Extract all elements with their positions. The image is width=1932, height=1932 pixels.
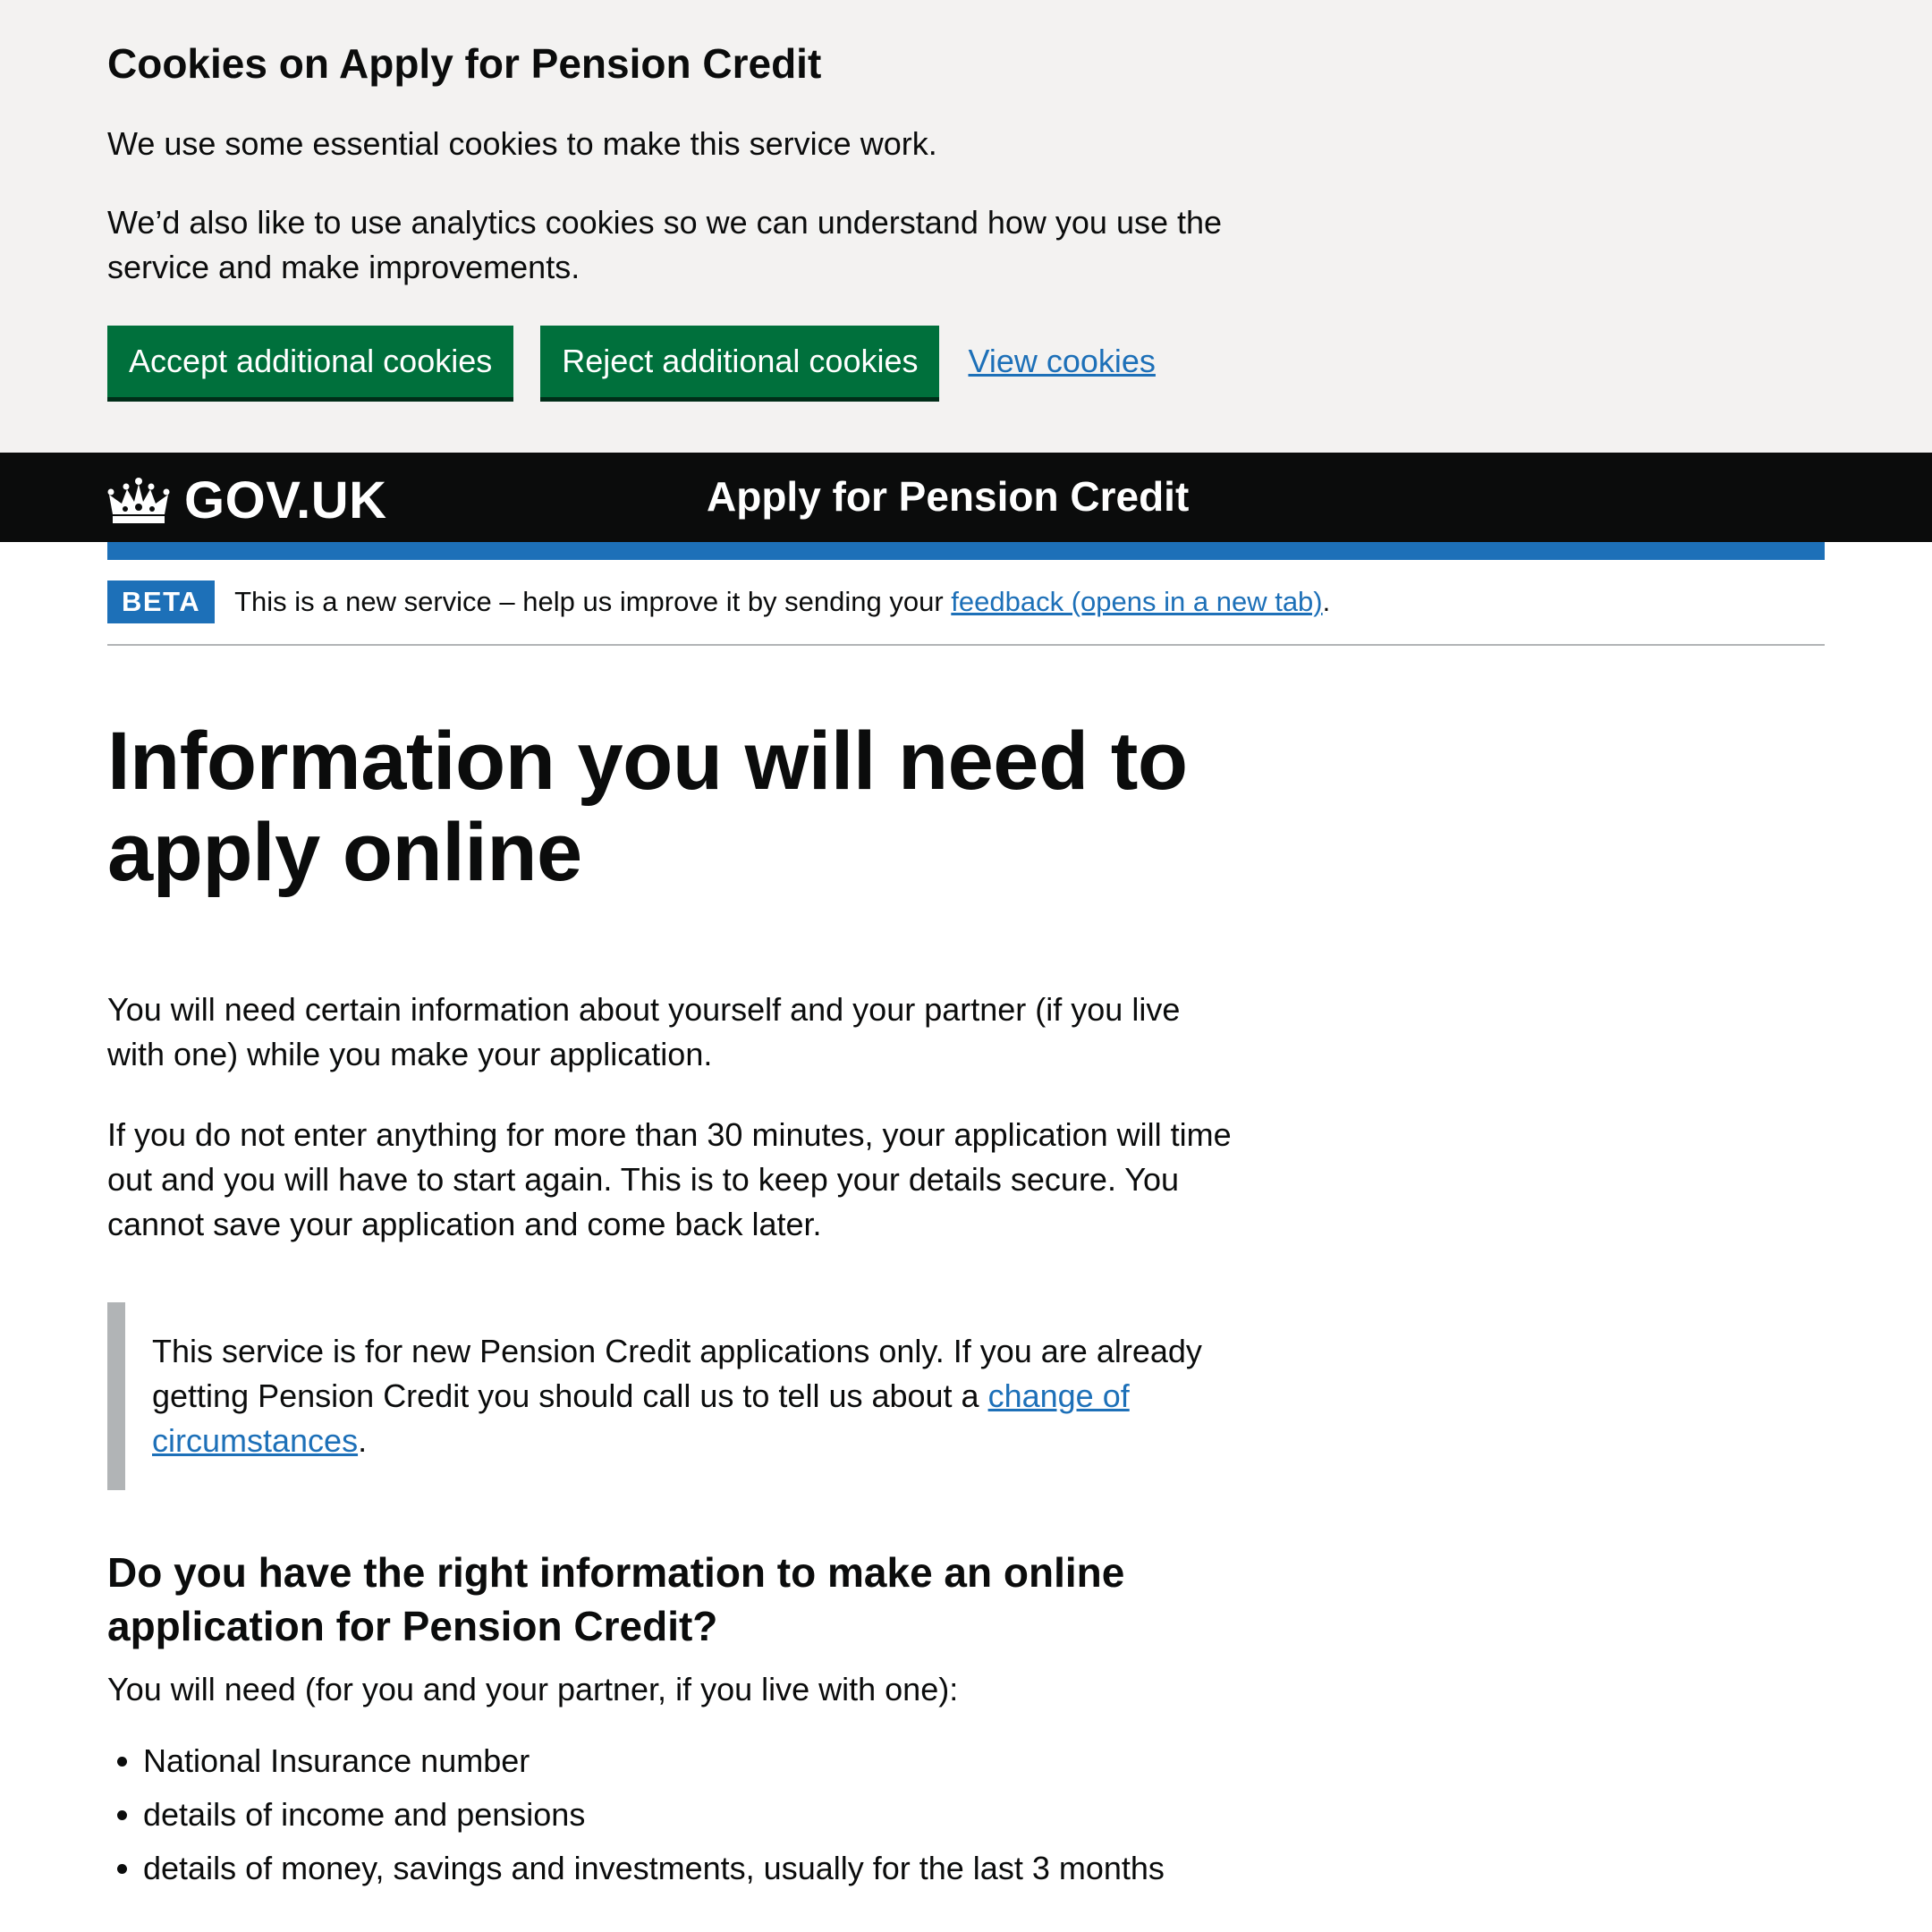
page-title: Information you will need to apply onlin… bbox=[107, 716, 1188, 898]
need-list: National Insurance number details of inc… bbox=[107, 1739, 1825, 1891]
inset-text-after: . bbox=[358, 1422, 368, 1459]
section-heading: Do you have the right information to mak… bbox=[107, 1549, 1125, 1649]
intro-paragraph-2: If you do not enter anything for more th… bbox=[107, 1116, 1232, 1242]
reject-cookies-button[interactable]: Reject additional cookies bbox=[540, 326, 940, 397]
cookie-banner: Cookies on Apply for Pension Credit We u… bbox=[0, 0, 1932, 453]
inset-text: This service is for new Pension Credit a… bbox=[107, 1302, 1234, 1490]
header-blue-bar bbox=[107, 542, 1825, 560]
cookie-banner-paragraph-1: We use some essential cookies to make th… bbox=[107, 125, 937, 162]
list-item: details of money, savings and investment… bbox=[143, 1846, 1825, 1891]
beta-tag: BETA bbox=[107, 580, 216, 623]
inset-paragraph: This service is for new Pension Credit a… bbox=[152, 1329, 1234, 1463]
view-cookies-link[interactable]: View cookies bbox=[968, 343, 1155, 380]
cookie-banner-title: Cookies on Apply for Pension Credit bbox=[107, 40, 822, 87]
intro-paragraph-1: You will need certain information about … bbox=[107, 991, 1181, 1072]
phase-text-before: This is a new service – help us improve … bbox=[234, 586, 952, 617]
phase-banner: BETA This is a new service – help us imp… bbox=[107, 560, 1825, 646]
need-intro: You will need (for you and your partner,… bbox=[107, 1671, 959, 1707]
crown-icon bbox=[107, 477, 170, 523]
govuk-logo-link[interactable]: GOV.UK bbox=[107, 470, 386, 530]
accept-cookies-button[interactable]: Accept additional cookies bbox=[107, 326, 514, 397]
list-item: details of income and pensions bbox=[143, 1792, 1825, 1837]
cookie-banner-paragraph-2: We’d also like to use analytics cookies … bbox=[107, 204, 1223, 285]
phase-text-after: . bbox=[1322, 586, 1331, 617]
feedback-link[interactable]: feedback (opens in a new tab) bbox=[951, 586, 1322, 617]
main-content: Information you will need to apply onlin… bbox=[0, 646, 1932, 1891]
service-name-link[interactable]: Apply for Pension Credit bbox=[707, 472, 1189, 521]
list-item: National Insurance number bbox=[143, 1739, 1825, 1784]
site-header: GOV.UK Apply for Pension Credit bbox=[0, 453, 1932, 542]
logo-text: GOV.UK bbox=[184, 471, 387, 530]
cookie-actions: Accept additional cookies Reject additio… bbox=[107, 326, 1825, 397]
phase-banner-text: This is a new service – help us improve … bbox=[234, 586, 1330, 618]
